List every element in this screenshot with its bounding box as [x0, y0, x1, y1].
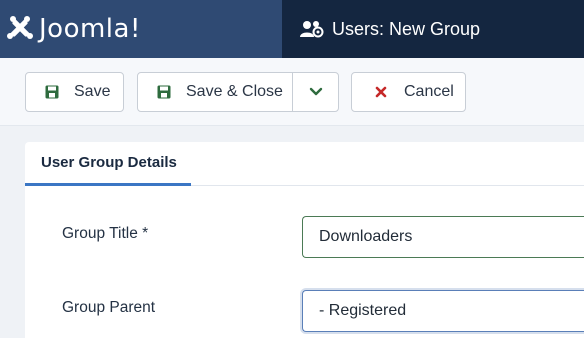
users-icon: [298, 19, 324, 39]
save-icon: [44, 84, 60, 100]
save-button[interactable]: Save: [25, 72, 124, 112]
close-icon: [373, 84, 389, 100]
tab-user-group-details[interactable]: User Group Details: [25, 142, 191, 186]
brand-name: Joomla!: [39, 14, 141, 44]
group-title-input[interactable]: Downloaders: [302, 216, 584, 258]
form-panel: User Group Details Group Title * Downloa…: [25, 142, 584, 338]
cancel-button[interactable]: Cancel: [351, 72, 466, 112]
cancel-label: Cancel: [404, 83, 454, 100]
save-icon: [156, 84, 172, 100]
save-options-dropdown-button[interactable]: [293, 73, 339, 111]
brand-area[interactable]: Joomla!: [0, 0, 282, 58]
save-close-button[interactable]: Save & Close: [186, 83, 283, 101]
app-header: Joomla! Users: New Group: [0, 0, 584, 58]
group-parent-select[interactable]: - Registered: [302, 290, 584, 332]
page-title-bar: Users: New Group: [282, 0, 584, 58]
group-parent-label: Group Parent: [62, 299, 156, 316]
tab-bar: User Group Details: [25, 142, 584, 186]
save-label: Save: [74, 83, 111, 100]
chevron-down-icon: [309, 87, 323, 96]
joomla-logo-icon: [4, 13, 36, 45]
page-title: Users: New Group: [332, 18, 481, 39]
group-title-label: Group Title *: [62, 225, 149, 242]
save-close-button-group: Save & Close: [137, 72, 339, 112]
toolbar: Save Save & Close Cancel: [0, 58, 584, 126]
